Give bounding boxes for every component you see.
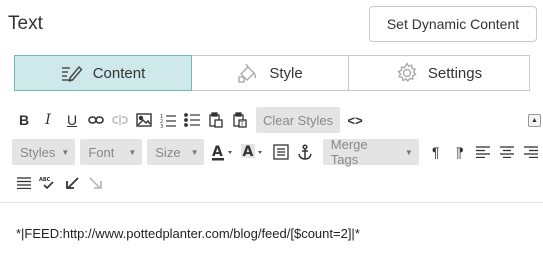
code-icon: <>: [347, 112, 363, 128]
background-color-icon: A: [241, 143, 267, 161]
svg-text:A: A: [212, 144, 223, 160]
toolbar-row-1: B I U 123 T Clear Styles <>: [12, 106, 367, 134]
spellcheck-button[interactable]: ABC: [36, 170, 60, 196]
text-color-icon: A: [211, 143, 237, 161]
styles-dropdown[interactable]: Styles ▼: [12, 139, 76, 165]
source-code-button[interactable]: <>: [343, 107, 367, 133]
toolbar-row-3: ABC: [12, 170, 108, 196]
svg-text:3: 3: [160, 124, 163, 128]
merge-tags-dropdown-label: Merge Tags: [330, 137, 368, 167]
redo-button[interactable]: [84, 170, 108, 196]
align-left-icon: [476, 146, 491, 158]
clipboard-icon: [209, 112, 223, 128]
bold-button[interactable]: B: [12, 107, 36, 133]
tab-bar: Content Style Settings: [14, 55, 530, 91]
editor-content[interactable]: *|FEED:http://www.pottedplanter.com/blog…: [16, 226, 360, 241]
link-icon: [88, 115, 104, 125]
align-center-button[interactable]: [495, 139, 519, 165]
font-dropdown[interactable]: Font ▼: [80, 139, 143, 165]
tab-style-label: Style: [269, 64, 303, 82]
tab-settings[interactable]: Settings: [349, 55, 530, 91]
caret-down-icon: ▼: [190, 147, 199, 157]
undo-icon: [64, 176, 80, 190]
undo-button[interactable]: [60, 170, 84, 196]
panel-title: Text: [8, 13, 43, 34]
caret-down-icon: ▼: [61, 147, 70, 157]
anchor-button[interactable]: [293, 139, 317, 165]
unlink-button[interactable]: [108, 107, 132, 133]
image-icon: [136, 113, 152, 127]
redo-icon: [88, 176, 104, 190]
anchor-icon: [297, 144, 313, 160]
align-right-icon: [524, 146, 539, 158]
pencil-lines-icon: [61, 63, 83, 83]
ordered-list-button[interactable]: 123: [156, 107, 180, 133]
block-button[interactable]: [269, 139, 293, 165]
spellcheck-icon: ABC: [39, 176, 57, 190]
background-color-button[interactable]: A: [239, 139, 269, 165]
align-justify-icon: [17, 177, 31, 189]
svg-text:T: T: [239, 121, 244, 128]
toolbar-row-2: Styles ▼ Font ▼ Size ▼ A A Merge Tags ▼ ¶ ¶: [12, 137, 543, 167]
caret-down-icon: ▼: [404, 147, 413, 157]
size-dropdown-label: Size: [155, 144, 181, 160]
pilcrow-reverse-icon: ¶: [455, 144, 464, 160]
unlink-icon: [112, 114, 128, 126]
italic-glyph: I: [45, 112, 51, 128]
align-center-icon: [500, 146, 515, 158]
pilcrow-icon: ¶: [431, 144, 440, 160]
italic-button[interactable]: I: [36, 107, 60, 133]
size-dropdown[interactable]: Size ▼: [147, 139, 205, 165]
tab-settings-label: Settings: [427, 64, 483, 82]
text-color-button[interactable]: A: [209, 139, 239, 165]
underline-glyph: U: [66, 112, 78, 128]
ltr-paragraph-button[interactable]: ¶: [424, 139, 448, 165]
gear-icon: [396, 62, 418, 84]
paint-bucket-icon: [237, 62, 259, 84]
paste-text-button[interactable]: T: [228, 107, 252, 133]
bullet-list-icon: [184, 113, 200, 127]
svg-text:ABC: ABC: [39, 177, 51, 183]
bullet-list-button[interactable]: [180, 107, 204, 133]
insert-image-button[interactable]: [132, 107, 156, 133]
text-block-icon: [273, 144, 289, 160]
toolbar-divider: [0, 202, 543, 203]
align-left-button[interactable]: [472, 139, 496, 165]
underline-button[interactable]: U: [60, 107, 84, 133]
paste-button[interactable]: [204, 107, 228, 133]
bold-glyph: B: [18, 112, 30, 128]
caret-down-icon: ▼: [128, 147, 137, 157]
font-dropdown-label: Font: [88, 144, 115, 160]
triangle-up-icon: ▲: [531, 117, 538, 124]
align-right-button[interactable]: [519, 139, 543, 165]
styles-dropdown-label: Styles: [20, 144, 56, 160]
tab-content-label: Content: [92, 64, 146, 82]
tab-style[interactable]: Style: [192, 55, 349, 91]
set-dynamic-content-button[interactable]: Set Dynamic Content: [369, 6, 537, 42]
rtl-paragraph-button[interactable]: ¶: [448, 139, 472, 165]
clear-styles-button[interactable]: Clear Styles: [256, 107, 341, 133]
svg-text:A: A: [243, 144, 254, 160]
collapse-toolbar-button[interactable]: ▲: [528, 114, 541, 127]
clipboard-text-icon: T: [233, 112, 247, 128]
ordered-list-icon: 123: [160, 113, 176, 128]
merge-tags-dropdown[interactable]: Merge Tags ▼: [322, 137, 419, 167]
tab-content[interactable]: Content: [14, 55, 192, 91]
justify-button[interactable]: [12, 170, 36, 196]
link-button[interactable]: [84, 107, 108, 133]
